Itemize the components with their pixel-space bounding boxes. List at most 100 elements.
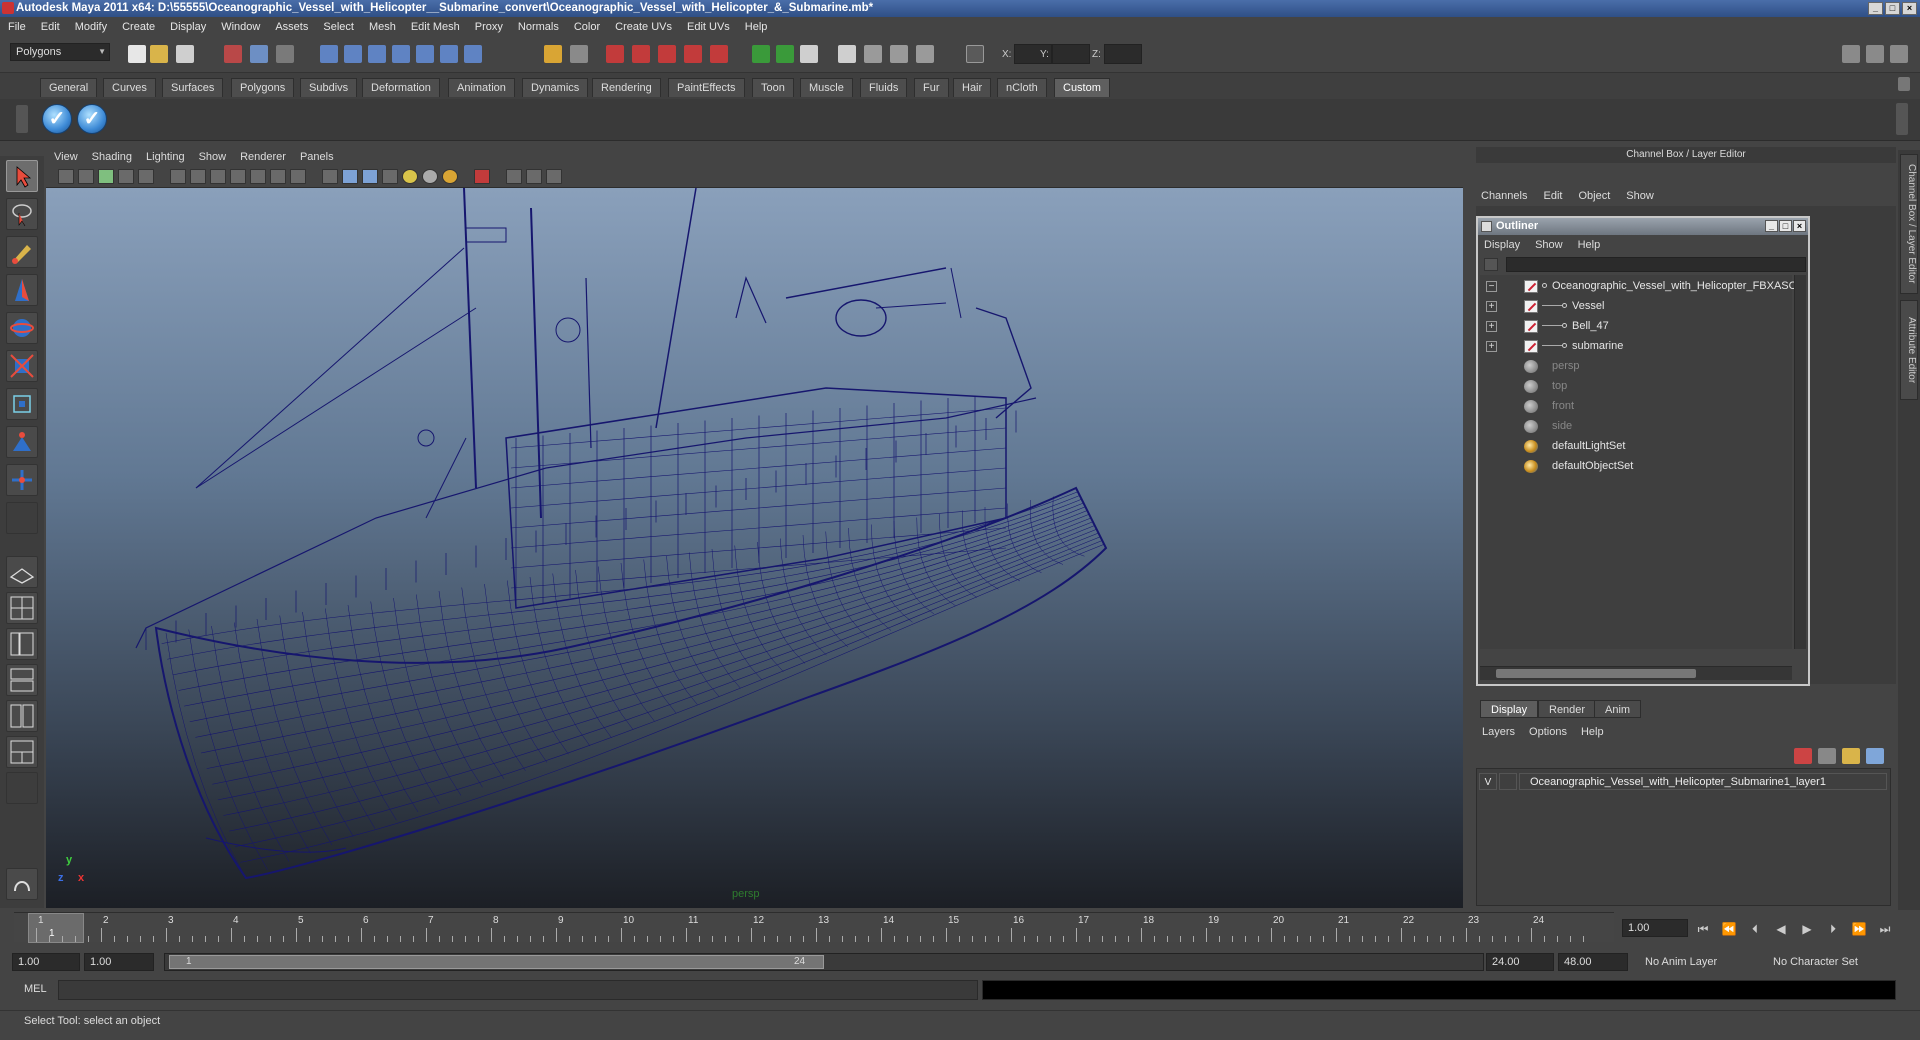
snap-point-icon[interactable] — [368, 45, 386, 63]
default-light-icon[interactable] — [402, 169, 418, 184]
show-manipulator-icon[interactable] — [6, 464, 38, 496]
history-icon[interactable] — [440, 45, 458, 63]
rename-icon[interactable] — [776, 45, 794, 63]
toolbox-bottom-icon[interactable] — [6, 868, 38, 900]
outliner-title-bar[interactable]: Outliner _ □ × — [1478, 218, 1808, 235]
make-live-icon[interactable] — [416, 45, 434, 63]
minimize-button[interactable]: _ — [1868, 2, 1883, 15]
shelf-tab-deformation[interactable]: Deformation — [362, 78, 440, 97]
side-tab-channel-box[interactable]: Channel Box / Layer Editor — [1900, 154, 1918, 294]
paint-select-tool-icon[interactable] — [6, 236, 38, 268]
textured-icon[interactable] — [382, 169, 398, 184]
render-icon[interactable] — [606, 45, 624, 63]
help-icon[interactable] — [464, 45, 482, 63]
shelf-tab-hair[interactable]: Hair — [953, 78, 992, 97]
close-button[interactable]: × — [1902, 2, 1917, 15]
safe-action-icon[interactable] — [270, 169, 286, 184]
current-time-field[interactable]: 1.00 — [1622, 919, 1688, 937]
mel-label[interactable]: MEL — [24, 983, 47, 995]
scale-tool-icon[interactable] — [6, 350, 38, 382]
menu-file[interactable]: File — [8, 21, 26, 33]
outliner-close-button[interactable]: × — [1793, 220, 1806, 232]
isolate-select-icon[interactable] — [474, 169, 490, 184]
graph-editor-icon[interactable] — [838, 45, 856, 63]
toggle-channel-box-icon[interactable] — [1890, 45, 1908, 63]
last-tool-slot[interactable] — [6, 502, 38, 534]
menu-normals[interactable]: Normals — [518, 21, 559, 33]
film-gate-icon[interactable] — [190, 169, 206, 184]
universal-manipulator-icon[interactable] — [6, 388, 38, 420]
perspective-viewport[interactable]: y z x persp — [46, 188, 1463, 908]
menu-modify[interactable]: Modify — [75, 21, 107, 33]
layer-tab-display[interactable]: Display — [1480, 700, 1539, 718]
shelf-tab-polygons[interactable]: Polygons — [231, 78, 295, 97]
shelf-tab-surfaces[interactable]: Surfaces — [162, 78, 224, 97]
layer-menu-options[interactable]: Options — [1529, 726, 1567, 738]
shelf-tab-animation[interactable]: Animation — [448, 78, 515, 97]
ipr-render-icon[interactable] — [632, 45, 650, 63]
layout-options-button[interactable] — [6, 772, 38, 804]
2d-pan-zoom-icon[interactable] — [138, 169, 154, 184]
outliner-maximize-button[interactable]: □ — [1779, 220, 1792, 232]
dope-sheet-icon[interactable] — [864, 45, 882, 63]
wireframe-on-shaded-icon[interactable] — [362, 169, 378, 184]
viewport-menu-renderer[interactable]: Renderer — [240, 151, 286, 163]
select-hierarchy-icon[interactable] — [224, 45, 242, 63]
toggle-attribute-editor-icon[interactable] — [1842, 45, 1860, 63]
image-plane-icon[interactable] — [118, 169, 134, 184]
shelf-tab-general[interactable]: General — [40, 78, 98, 97]
z-field[interactable] — [1104, 44, 1142, 64]
channel-box-menu-edit[interactable]: Edit — [1543, 190, 1562, 202]
play-forward-icon[interactable]: ▶ — [1798, 922, 1816, 936]
go-to-start-icon[interactable]: ⏮ — [1694, 922, 1712, 937]
resolution-gate-icon[interactable] — [210, 169, 226, 184]
select-component-icon[interactable] — [276, 45, 294, 63]
xray-icon[interactable] — [506, 169, 522, 184]
menu-proxy[interactable]: Proxy — [475, 21, 503, 33]
snap-curve-icon[interactable] — [344, 45, 362, 63]
field-chart-icon[interactable] — [250, 169, 266, 184]
outliner-icon[interactable] — [916, 45, 934, 63]
wireframe-icon[interactable] — [322, 169, 338, 184]
shelf-options-icon[interactable] — [16, 105, 28, 133]
persp-outliner-layout-icon[interactable] — [6, 628, 38, 660]
four-view-layout-icon[interactable] — [6, 592, 38, 624]
hypershade-icon[interactable] — [684, 45, 702, 63]
time-slider[interactable]: 1 1 2 3 4 5 6 7 8 9 10 11 12 13 14 15 16 17 18 19 20 21 22 23 2… — [14, 912, 1614, 943]
animation-start-field[interactable]: 1.00 — [12, 953, 80, 971]
all-lights-icon[interactable] — [422, 169, 438, 184]
shelf-tab-dynamics[interactable]: Dynamics — [522, 78, 589, 97]
outliner-filter-input[interactable] — [1506, 257, 1806, 272]
shelf-scroll-icon[interactable] — [1896, 103, 1908, 135]
step-forward-frame-icon[interactable]: ⏵ — [1824, 922, 1842, 937]
viewport-menu-shading[interactable]: Shading — [92, 151, 132, 163]
viewport-menu-panels[interactable]: Panels — [300, 151, 334, 163]
layer-playback-toggle[interactable] — [1499, 773, 1517, 790]
outliner-item[interactable]: + submarine — [1480, 337, 1790, 356]
xray-joints-icon[interactable] — [526, 169, 542, 184]
camera-attributes-icon[interactable] — [78, 169, 94, 184]
smooth-shade-icon[interactable] — [342, 169, 358, 184]
menu-edit-uvs[interactable]: Edit UVs — [687, 21, 730, 33]
layer-tab-render[interactable]: Render — [1538, 700, 1597, 718]
move-tool-icon[interactable] — [6, 274, 38, 306]
save-scene-icon[interactable] — [176, 45, 194, 63]
animation-end-field[interactable]: 48.00 — [1558, 953, 1628, 971]
lasso-tool-icon[interactable] — [6, 198, 38, 230]
shelf-tab-rendering[interactable]: Rendering — [592, 78, 661, 97]
render-view-icon[interactable] — [710, 45, 728, 63]
shelf-menu-icon[interactable] — [1898, 77, 1910, 91]
shelf-check-icon-1[interactable]: ✓ — [42, 104, 72, 134]
layer-tab-anim[interactable]: Anim — [1594, 700, 1642, 718]
shelf-tab-painteffects[interactable]: PaintEffects — [668, 78, 745, 97]
snap-grid-icon[interactable] — [320, 45, 338, 63]
menu-display[interactable]: Display — [170, 21, 206, 33]
outliner-scroll-thumb[interactable] — [1496, 669, 1696, 678]
anim-layer-dropdown[interactable]: No Anim Layer — [1640, 953, 1750, 971]
outliner-filter-icon[interactable] — [1484, 258, 1498, 271]
viewport-menu-view[interactable]: View — [54, 151, 78, 163]
shelf-tab-custom[interactable]: Custom — [1054, 78, 1110, 97]
toggle-tool-settings-icon[interactable] — [1866, 45, 1884, 63]
render-settings-icon[interactable] — [658, 45, 676, 63]
outliner-item[interactable]: defaultLightSet — [1480, 437, 1790, 456]
